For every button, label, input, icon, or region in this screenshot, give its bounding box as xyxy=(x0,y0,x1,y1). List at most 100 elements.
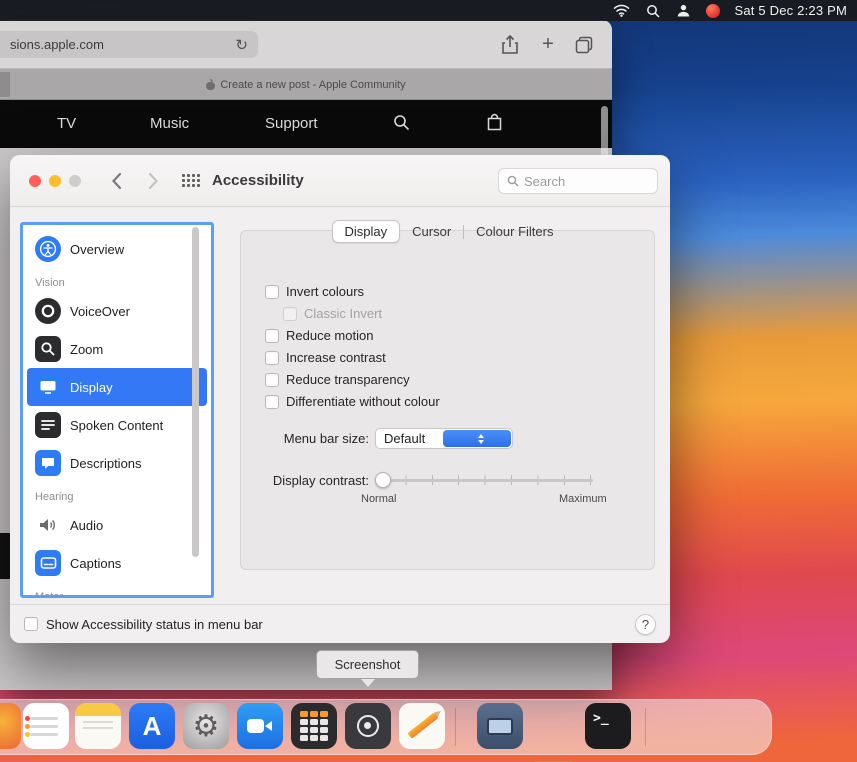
sidebar-item-audio[interactable]: Audio xyxy=(27,506,207,544)
folder-stack-icon[interactable] xyxy=(531,749,577,762)
tab-cursor[interactable]: Cursor xyxy=(400,221,463,242)
page-content-fragment xyxy=(0,533,10,579)
markup-app-icon[interactable] xyxy=(399,703,445,749)
tab-overview-icon[interactable] xyxy=(572,33,596,57)
tab-colour-filters[interactable]: Colour Filters xyxy=(464,221,565,242)
displays-app-icon[interactable] xyxy=(477,703,523,749)
tooltip-label: Screenshot xyxy=(334,657,401,672)
checkbox-box[interactable] xyxy=(265,350,279,365)
close-button[interactable] xyxy=(29,175,41,187)
checkbox-box[interactable] xyxy=(265,394,279,409)
forward-icon xyxy=(144,168,162,194)
checkbox-box xyxy=(283,306,297,321)
system-preferences-icon[interactable]: ⚙ xyxy=(183,703,229,749)
facetime-icon[interactable] xyxy=(237,703,283,749)
safari-tab-strip: Create a new post - Apple Community xyxy=(0,69,612,100)
zoom-icon xyxy=(35,336,61,362)
window-title: Accessibility xyxy=(212,172,304,189)
sidebar-scrollbar[interactable] xyxy=(192,227,199,557)
popup-stepper-icon xyxy=(443,430,511,447)
checkbox-differentiate-without-colour[interactable]: Differentiate without colour xyxy=(265,394,440,409)
dock-separator xyxy=(645,708,646,746)
descriptions-icon xyxy=(35,450,61,476)
search-icon xyxy=(507,175,519,187)
safari-toolbar: sions.apple.com ↻ + xyxy=(0,20,612,69)
safari-tab[interactable]: Create a new post - Apple Community xyxy=(156,72,456,97)
site-search-icon[interactable] xyxy=(393,114,410,131)
slider-min-label: Normal xyxy=(361,493,397,505)
slider-knob[interactable] xyxy=(375,472,391,488)
desktop: sions.apple.com ↻ + Create a new post - … xyxy=(0,0,857,762)
apple-favicon xyxy=(206,78,216,90)
menu-bar: Sat 5 Dec 2:23 PM xyxy=(0,0,857,21)
sidebar-section-hearing: Hearing xyxy=(35,491,74,503)
reload-icon[interactable]: ↻ xyxy=(235,36,258,54)
cut-app-icon[interactable] xyxy=(0,703,21,749)
url-text: sions.apple.com xyxy=(10,37,104,52)
slider-max-label: Maximum xyxy=(559,493,607,505)
display-settings-pane: Display Cursor Colour Filters Invert col… xyxy=(240,220,655,570)
spoken-content-icon xyxy=(35,412,61,438)
minimize-button[interactable] xyxy=(49,175,61,187)
screenshot-app-icon[interactable] xyxy=(345,703,391,749)
sidebar-item-zoom[interactable]: Zoom xyxy=(27,330,207,368)
community-app-icon[interactable] xyxy=(706,3,721,18)
voiceover-icon xyxy=(35,298,61,324)
sidebar-item-captions[interactable]: Captions xyxy=(27,544,207,582)
terminal-icon[interactable]: >_ xyxy=(585,703,631,749)
tab-bar: Display Cursor Colour Filters xyxy=(241,220,656,243)
address-bar[interactable]: sions.apple.com ↻ xyxy=(0,31,258,58)
audio-icon xyxy=(35,512,61,538)
checkbox-reduce-motion[interactable]: Reduce motion xyxy=(265,328,373,343)
apple-site-navbar: TV Music Support xyxy=(0,100,612,148)
footer-checkbox-label: Show Accessibility status in menu bar xyxy=(46,616,263,632)
checkbox-invert-colours[interactable]: Invert colours xyxy=(265,284,364,299)
sidebar-item-display[interactable]: Display xyxy=(27,368,207,406)
tab-display[interactable]: Display xyxy=(331,220,401,243)
nav-item-tv[interactable]: TV xyxy=(57,115,76,132)
menu-bar-size-label: Menu bar size: xyxy=(283,431,369,446)
search-placeholder: Search xyxy=(524,173,566,189)
notes-icon[interactable] xyxy=(75,703,121,749)
wifi-icon[interactable] xyxy=(613,3,630,18)
new-tab-icon[interactable]: + xyxy=(536,32,560,56)
share-icon[interactable] xyxy=(498,33,522,57)
window-titlebar[interactable]: Accessibility Search xyxy=(10,155,670,207)
checkbox-reduce-transparency[interactable]: Reduce transparency xyxy=(265,372,410,387)
screenshot-tooltip: Screenshot xyxy=(316,650,419,687)
menu-bar-clock[interactable]: Sat 5 Dec 2:23 PM xyxy=(734,3,847,18)
menu-bar-size-popup[interactable]: Default xyxy=(375,428,513,449)
slider-track[interactable] xyxy=(375,479,593,482)
calculator-icon[interactable] xyxy=(291,703,337,749)
user-icon[interactable] xyxy=(675,3,692,18)
spotlight-icon[interactable] xyxy=(644,3,661,18)
show-all-grid-icon[interactable] xyxy=(182,174,200,187)
sidebar-item-descriptions[interactable]: Descriptions xyxy=(27,444,207,482)
sidebar-item-voiceover[interactable]: VoiceOver xyxy=(27,292,207,330)
display-icon xyxy=(35,374,61,400)
checkbox-box[interactable] xyxy=(265,328,279,343)
checkbox-box[interactable] xyxy=(265,372,279,387)
sidebar-section-motor: Motor xyxy=(35,591,64,598)
prefs-search-input[interactable]: Search xyxy=(498,168,658,194)
sidebar-item-spoken-content[interactable]: Spoken Content xyxy=(27,406,207,444)
reminders-icon[interactable] xyxy=(23,703,69,749)
nav-item-support[interactable]: Support xyxy=(265,115,318,132)
checkbox-show-accessibility-status[interactable] xyxy=(24,617,38,631)
checkbox-box[interactable] xyxy=(265,284,279,299)
accessibility-window: Accessibility Search Overview Vision Voi… xyxy=(10,155,670,643)
help-button[interactable]: ? xyxy=(635,613,656,635)
back-icon[interactable] xyxy=(107,168,125,194)
shopping-bag-icon[interactable] xyxy=(487,113,502,131)
display-contrast-label: Display contrast: xyxy=(272,473,369,488)
dock-separator xyxy=(455,708,456,746)
window-footer: Show Accessibility status in menu bar ? xyxy=(10,604,670,643)
popup-value: Default xyxy=(384,431,426,446)
app-store-icon[interactable]: A xyxy=(129,703,175,749)
display-contrast-slider[interactable] xyxy=(375,471,593,489)
checkbox-increase-contrast[interactable]: Increase contrast xyxy=(265,350,386,365)
sidebar: Overview Vision VoiceOver Zoom Display S… xyxy=(20,222,214,598)
nav-item-music[interactable]: Music xyxy=(150,115,189,132)
accessibility-overview-icon xyxy=(35,236,61,262)
sidebar-item-overview[interactable]: Overview xyxy=(27,230,207,268)
